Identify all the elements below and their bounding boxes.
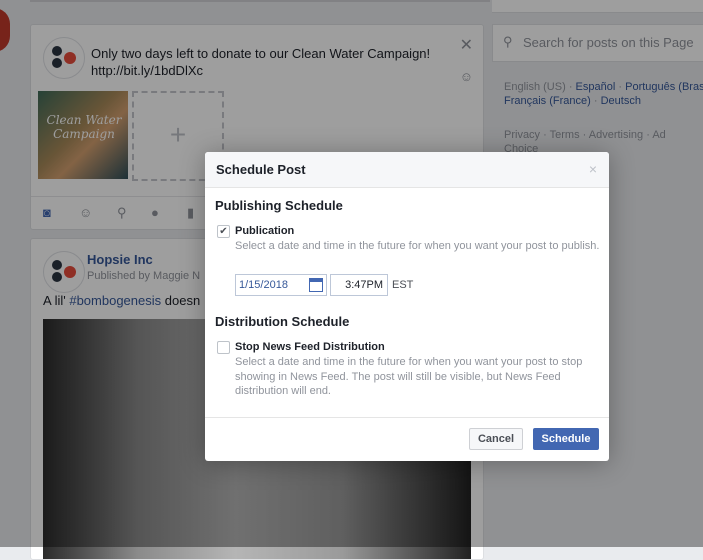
date-field[interactable]: 1/15/2018: [235, 274, 327, 296]
close-icon[interactable]: ×: [589, 161, 597, 177]
schedule-button[interactable]: Schedule: [533, 428, 599, 450]
timezone-label: EST: [392, 279, 414, 291]
dialog-header: Schedule Post ×: [205, 152, 609, 188]
stop-distribution-label: Stop News Feed Distribution: [235, 341, 385, 353]
publication-checkbox[interactable]: ✔: [217, 225, 230, 238]
dialog-title: Schedule Post: [216, 162, 306, 177]
date-value: 1/15/2018: [239, 279, 288, 291]
distribution-schedule-heading: Distribution Schedule: [215, 314, 350, 329]
stop-distribution-checkbox[interactable]: [217, 341, 230, 354]
dialog-footer: Cancel Schedule: [205, 417, 609, 461]
cancel-button[interactable]: Cancel: [469, 428, 523, 450]
stop-distribution-description: Select a date and time in the future for…: [235, 356, 583, 397]
publication-label: Publication: [235, 225, 295, 237]
publishing-schedule-heading: Publishing Schedule: [215, 198, 343, 213]
schedule-post-dialog: Schedule Post × Publishing Schedule ✔ Pu…: [205, 152, 609, 461]
time-field[interactable]: 3:47PM: [330, 274, 388, 296]
publication-description: Select a date and time in the future for…: [235, 240, 600, 252]
time-value: 3:47PM: [345, 279, 383, 291]
calendar-icon[interactable]: [309, 278, 323, 292]
